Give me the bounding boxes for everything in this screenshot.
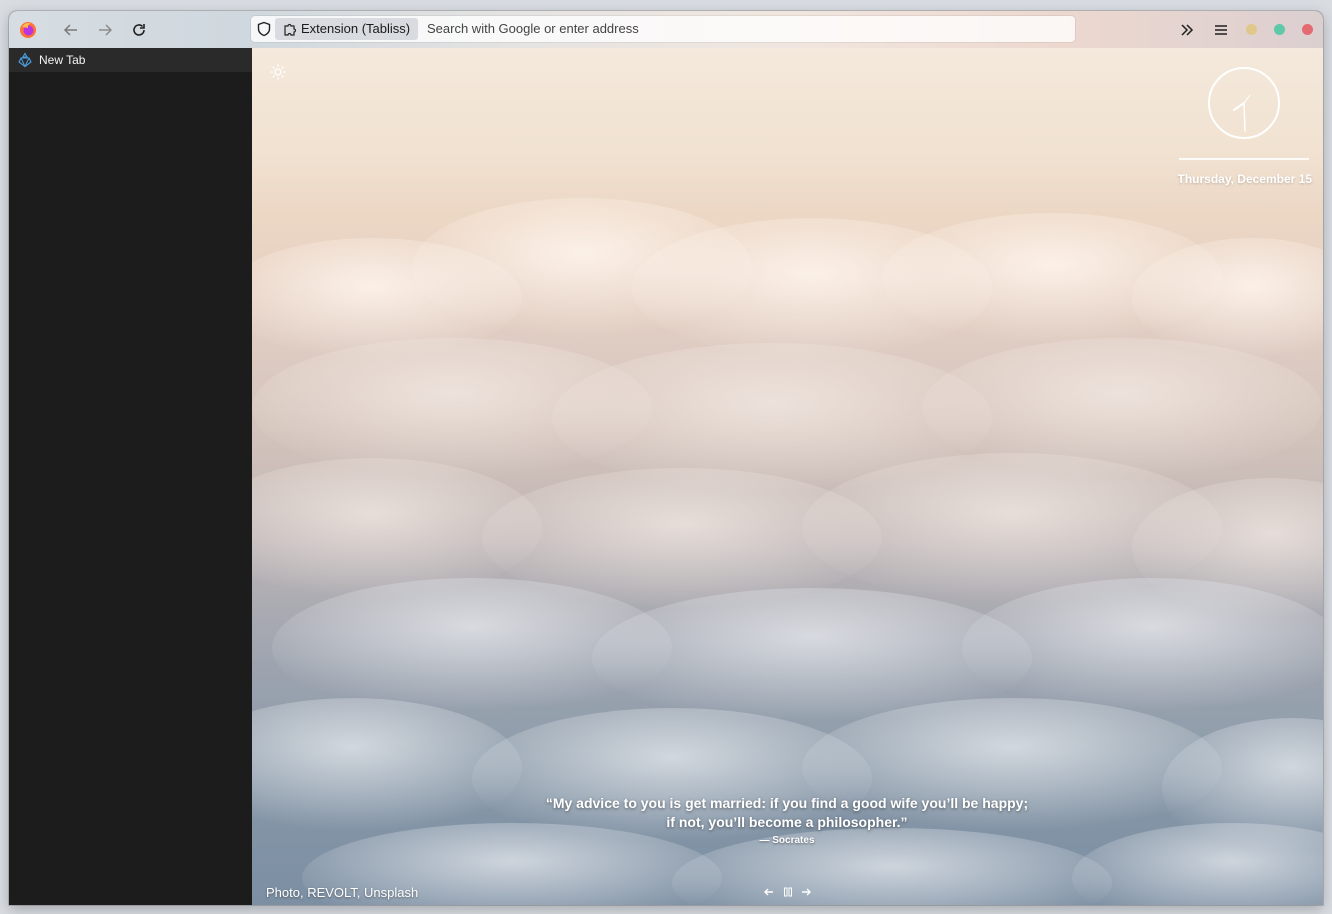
extension-identity-chip[interactable]: Extension (Tabliss): [275, 18, 419, 40]
url-bar[interactable]: Extension (Tabliss) Search with Google o…: [251, 16, 1075, 42]
browser-window: Extension (Tabliss) Search with Google o…: [9, 11, 1323, 905]
arrow-left-icon: [764, 888, 773, 896]
forward-button[interactable]: [92, 17, 118, 43]
menu-button[interactable]: [1208, 17, 1234, 43]
photo-credit[interactable]: Photo, REVOLT, Unsplash: [266, 885, 418, 900]
tab-new-tab[interactable]: New Tab: [9, 48, 252, 72]
shield-icon[interactable]: [256, 21, 272, 37]
quote-line-1: “My advice to you is get married: if you…: [545, 795, 1029, 811]
settings-gear-icon[interactable]: [268, 62, 288, 82]
next-background-button[interactable]: [797, 883, 815, 901]
reload-icon: [133, 24, 145, 36]
newtab-page: Thursday, December 15 “My advice to you …: [252, 48, 1323, 905]
analog-clock: [1208, 67, 1280, 139]
url-placeholder: Search with Google or enter address: [427, 21, 639, 36]
quote-line-2: if not, you’ll become a philosopher.”: [666, 814, 908, 830]
tabliss-icon: [18, 52, 32, 68]
tab-sidebar: New Tab: [9, 48, 252, 905]
previous-background-button[interactable]: [760, 883, 778, 901]
reload-button[interactable]: [126, 17, 152, 43]
minimize-button[interactable]: [1246, 24, 1257, 35]
pause-icon: [784, 887, 792, 897]
close-button[interactable]: [1302, 24, 1313, 35]
pause-background-button[interactable]: [779, 883, 797, 901]
firefox-icon[interactable]: [15, 17, 41, 43]
quote-author: — Socrates: [759, 835, 815, 846]
tab-label: New Tab: [39, 53, 86, 67]
extension-chip-label: Extension (Tabliss): [301, 21, 411, 36]
menu-icon: [1215, 25, 1227, 35]
overflow-button[interactable]: [1174, 17, 1200, 43]
maximize-button[interactable]: [1274, 24, 1285, 35]
arrow-right-icon: [802, 888, 811, 896]
clock-divider: [1179, 158, 1309, 160]
quote-text: “My advice to you is get married: if you…: [412, 794, 1162, 832]
date-label: Thursday, December 15: [1177, 172, 1312, 186]
back-button[interactable]: [58, 17, 84, 43]
forward-icon: [99, 24, 113, 36]
back-icon: [63, 24, 77, 36]
overflow-chevrons-icon: [1181, 24, 1194, 36]
toolbar: Extension (Tabliss) Search with Google o…: [9, 11, 1323, 48]
puzzle-icon: [284, 23, 297, 36]
